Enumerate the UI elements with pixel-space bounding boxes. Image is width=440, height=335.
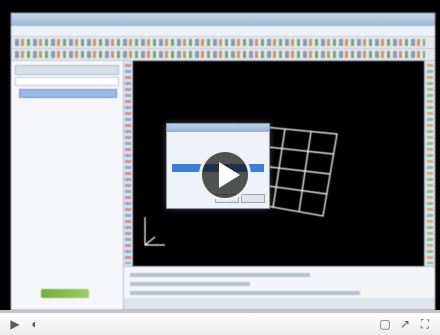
popout-icon[interactable]: ↗ <box>398 317 412 331</box>
dialog-cancel-button <box>241 194 265 203</box>
volume-icon[interactable]: ◐ <box>28 317 42 331</box>
fullscreen-icon[interactable]: ⛶ <box>418 317 432 331</box>
cad-right-toolbar <box>424 61 435 266</box>
play-icon[interactable]: ▶ <box>8 317 22 331</box>
cad-status-bar <box>124 298 435 310</box>
captions-icon[interactable]: ▢ <box>378 317 392 331</box>
play-icon <box>219 162 240 188</box>
panel-header <box>15 65 119 75</box>
player-controls: ▶ ◐ ▢ ↗ ⛶ <box>0 313 440 335</box>
ucs-axis-icon <box>144 217 165 246</box>
panel-field <box>15 77 119 86</box>
cad-side-toolbar <box>124 61 133 266</box>
cad-left-panel <box>11 61 124 310</box>
panel-selected-row <box>19 89 117 98</box>
big-play-button[interactable] <box>199 149 251 201</box>
cad-title-bar <box>11 13 435 26</box>
dialog-title-bar <box>167 124 269 132</box>
cad-menu-bar <box>11 26 435 37</box>
video-player[interactable] <box>0 0 440 310</box>
cad-toolbar-1 <box>11 37 435 49</box>
brand-logo <box>41 289 89 298</box>
cad-toolbar-2 <box>11 49 435 61</box>
